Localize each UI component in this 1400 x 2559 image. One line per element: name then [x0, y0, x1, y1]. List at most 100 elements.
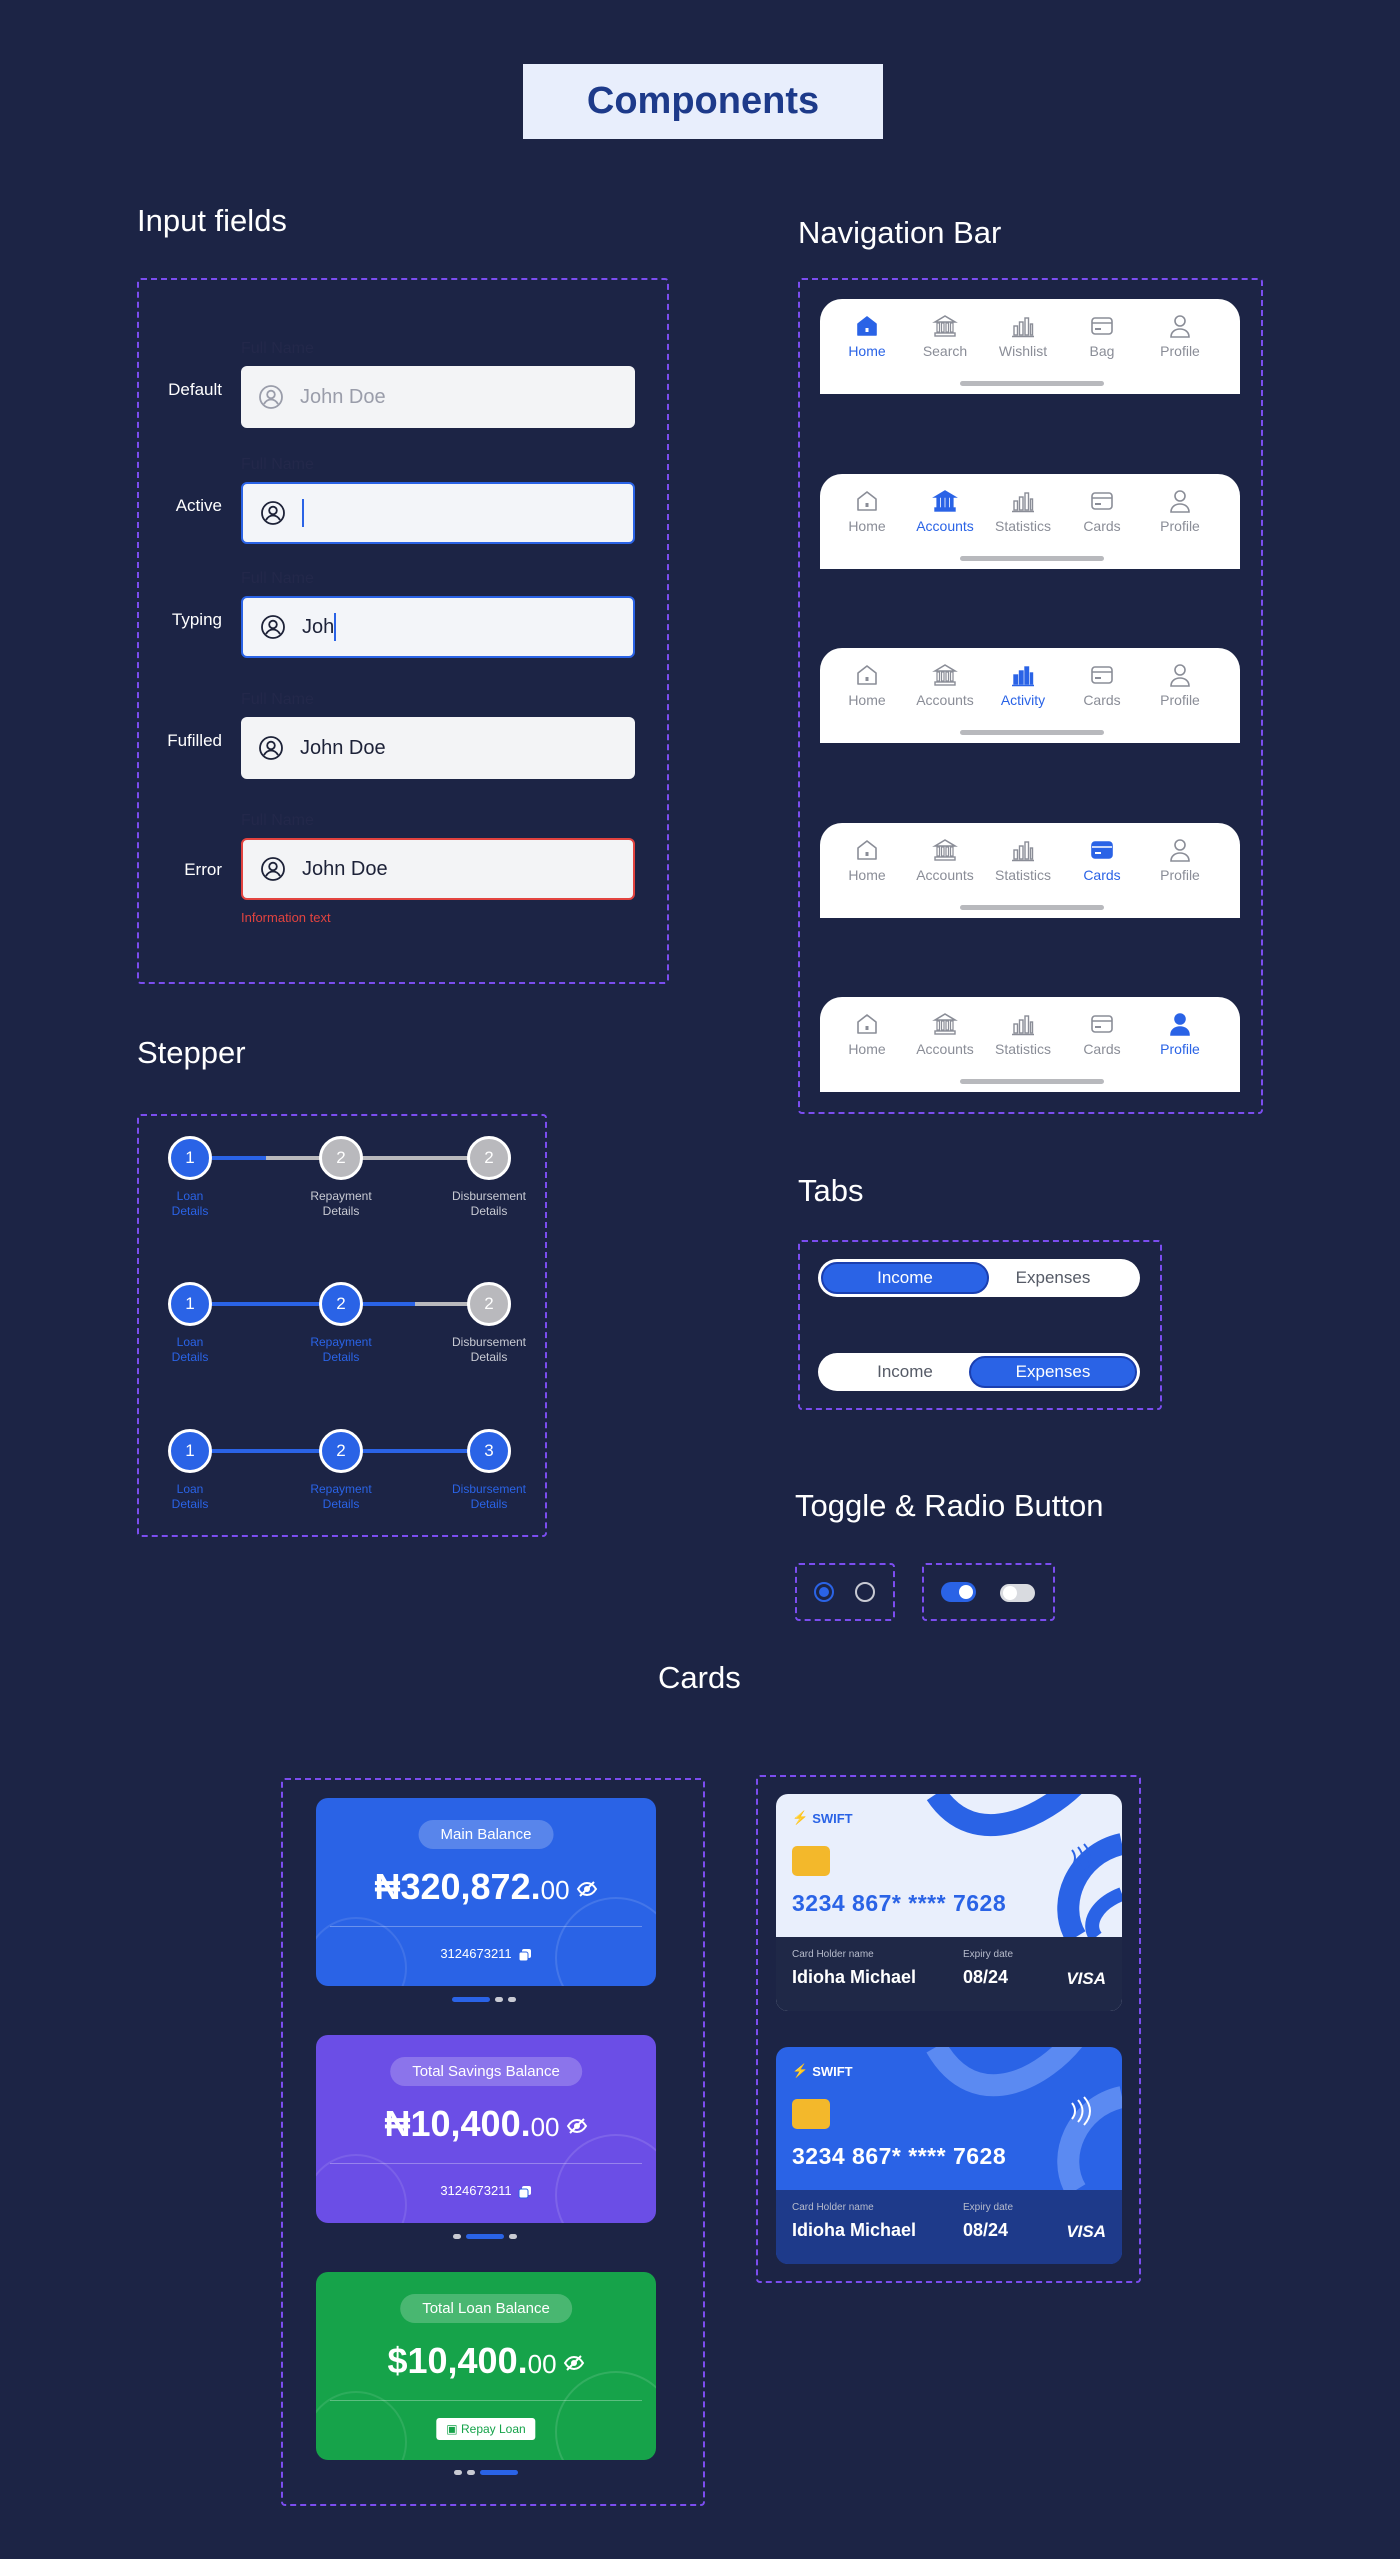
- step-label-line2: Details: [171, 1497, 209, 1511]
- nav-item-statistics[interactable]: Statistics: [984, 837, 1062, 883]
- eye-off-icon[interactable]: [560, 2103, 588, 2144]
- nav-item-label: Accounts: [916, 518, 974, 534]
- nav-item-cards[interactable]: Cards: [1063, 1011, 1141, 1057]
- carousel-dot[interactable]: [495, 1997, 503, 2002]
- nav-item-bag[interactable]: Bag: [1063, 313, 1141, 359]
- step-indicator[interactable]: 1: [168, 1429, 212, 1473]
- step-label: Loan Details: [140, 1482, 240, 1512]
- eye-off-icon[interactable]: [557, 2340, 585, 2381]
- carousel-dot[interactable]: [508, 1997, 516, 2002]
- step-indicator[interactable]: 3: [467, 1429, 511, 1473]
- repay-loan-button[interactable]: ▣ Repay Loan: [436, 2418, 536, 2440]
- nav-item-accounts[interactable]: Accounts: [906, 1011, 984, 1057]
- nav-item-search[interactable]: Search: [906, 313, 984, 359]
- nav-item-label: Profile: [1160, 867, 1200, 883]
- nav-item-profile[interactable]: Profile: [1141, 313, 1219, 359]
- step-label-line2: Details: [322, 1497, 360, 1511]
- bag-icon: [1063, 313, 1141, 339]
- profile-icon: [1141, 662, 1219, 688]
- input-state-label: Error: [184, 860, 222, 879]
- toggle-on[interactable]: [941, 1582, 976, 1602]
- step-label: Disbursement Details: [439, 1482, 539, 1512]
- step-indicator[interactable]: 2: [467, 1136, 511, 1180]
- chart-icon: [984, 837, 1062, 863]
- nav-item-profile[interactable]: Profile: [1141, 1011, 1219, 1057]
- nav-item-profile[interactable]: Profile: [1141, 837, 1219, 883]
- eye-off-icon[interactable]: [570, 1866, 598, 1907]
- repay-loan-label: Repay Loan: [460, 2422, 526, 2436]
- chart-icon: [984, 662, 1062, 688]
- carousel-dot[interactable]: [480, 2470, 518, 2475]
- full-name-input[interactable]: [241, 482, 635, 544]
- tab-expenses[interactable]: Expenses: [969, 1356, 1137, 1388]
- account-number-row: 3124673211: [316, 1946, 656, 1962]
- radio-unselected[interactable]: [855, 1582, 875, 1602]
- balance-card[interactable]: Main Balance ₦320,872.00 3124673211: [316, 1798, 656, 1986]
- nav-item-profile[interactable]: Profile: [1141, 662, 1219, 708]
- holder-name: Idioha Michael: [792, 1967, 917, 1987]
- nav-item-accounts[interactable]: Accounts: [906, 662, 984, 708]
- carousel-dot[interactable]: [509, 2234, 517, 2239]
- full-name-input[interactable]: John Doe: [241, 366, 635, 428]
- radio-selected[interactable]: [814, 1582, 834, 1602]
- nav-item-activity[interactable]: Activity: [984, 662, 1062, 708]
- step-label-line2: Details: [470, 1497, 508, 1511]
- nav-item-accounts[interactable]: Accounts: [906, 488, 984, 534]
- chart-icon: [984, 1011, 1062, 1037]
- toggle-off[interactable]: [1000, 1584, 1035, 1602]
- full-name-input[interactable]: John Doe: [241, 717, 635, 779]
- nav-item-label: Accounts: [916, 1041, 974, 1057]
- step-indicator[interactable]: 2: [319, 1429, 363, 1473]
- text-caret: [302, 499, 304, 527]
- copy-icon[interactable]: [512, 1946, 532, 1962]
- step-indicator[interactable]: 2: [319, 1136, 363, 1180]
- step-label-line2: Details: [470, 1204, 508, 1218]
- step-indicator[interactable]: 1: [168, 1136, 212, 1180]
- carousel-dot[interactable]: [467, 2470, 475, 2475]
- bank-icon: [906, 662, 984, 688]
- nav-item-cards[interactable]: Cards: [1063, 488, 1141, 534]
- nav-item-wishlist[interactable]: Wishlist: [984, 313, 1062, 359]
- carousel-dot[interactable]: [466, 2234, 504, 2239]
- balance-amount: ₦10,400.: [384, 2103, 531, 2144]
- step-indicator[interactable]: 2: [467, 1282, 511, 1326]
- tab-income[interactable]: Income: [821, 1262, 989, 1294]
- balance-card[interactable]: Total Savings Balance ₦10,400.00 3124673…: [316, 2035, 656, 2223]
- full-name-input[interactable]: Joh: [241, 596, 635, 658]
- step-indicator[interactable]: 1: [168, 1282, 212, 1326]
- tab-income[interactable]: Income: [821, 1356, 989, 1388]
- nav-item-home[interactable]: Home: [828, 1011, 906, 1057]
- copy-icon[interactable]: [512, 2183, 532, 2199]
- receipt-icon: ▣: [446, 2422, 461, 2436]
- credit-card[interactable]: ⚡ SWIFT 3234 867* **** 7628 Card Holder n…: [776, 2047, 1122, 2264]
- step-label: Disbursement Details: [439, 1335, 539, 1365]
- step-label-line1: Disbursement: [451, 1335, 527, 1349]
- nav-item-home[interactable]: Home: [828, 662, 906, 708]
- visa-logo: VISA: [1066, 2222, 1106, 2241]
- balance-card[interactable]: Total Loan Balance $10,400.00 ▣ Repay Lo…: [316, 2272, 656, 2460]
- nav-item-home[interactable]: Home: [828, 837, 906, 883]
- tab-expenses[interactable]: Expenses: [969, 1262, 1137, 1294]
- nav-item-home[interactable]: Home: [828, 488, 906, 534]
- nav-item-home[interactable]: Home: [828, 313, 906, 359]
- input-state-label: Typing: [171, 610, 222, 629]
- carousel-dot[interactable]: [452, 1997, 490, 2002]
- nav-item-cards[interactable]: Cards: [1063, 837, 1141, 883]
- step-label: Loan Details: [140, 1189, 240, 1219]
- user-icon: [258, 384, 284, 410]
- carousel-dot[interactable]: [454, 2470, 462, 2475]
- card-number: 3234 867* **** 7628: [792, 2143, 1007, 2169]
- radio-frame: [795, 1563, 895, 1621]
- nav-item-statistics[interactable]: Statistics: [984, 1011, 1062, 1057]
- card-footer: Card Holder name Idioha Michael Expiry d…: [776, 2190, 1122, 2264]
- step-indicator[interactable]: 2: [319, 1282, 363, 1326]
- nav-item-cards[interactable]: Cards: [1063, 662, 1141, 708]
- nav-item-profile[interactable]: Profile: [1141, 488, 1219, 534]
- nav-item-accounts[interactable]: Accounts: [906, 837, 984, 883]
- carousel-dot[interactable]: [453, 2234, 461, 2239]
- step-label: Loan Details: [140, 1335, 240, 1365]
- carousel-dots: [453, 2234, 522, 2239]
- credit-card[interactable]: ⚡ SWIFT 3234 867* **** 7628 Card Holder n…: [776, 1794, 1122, 2011]
- full-name-input[interactable]: John Doe: [241, 838, 635, 900]
- nav-item-statistics[interactable]: Statistics: [984, 488, 1062, 534]
